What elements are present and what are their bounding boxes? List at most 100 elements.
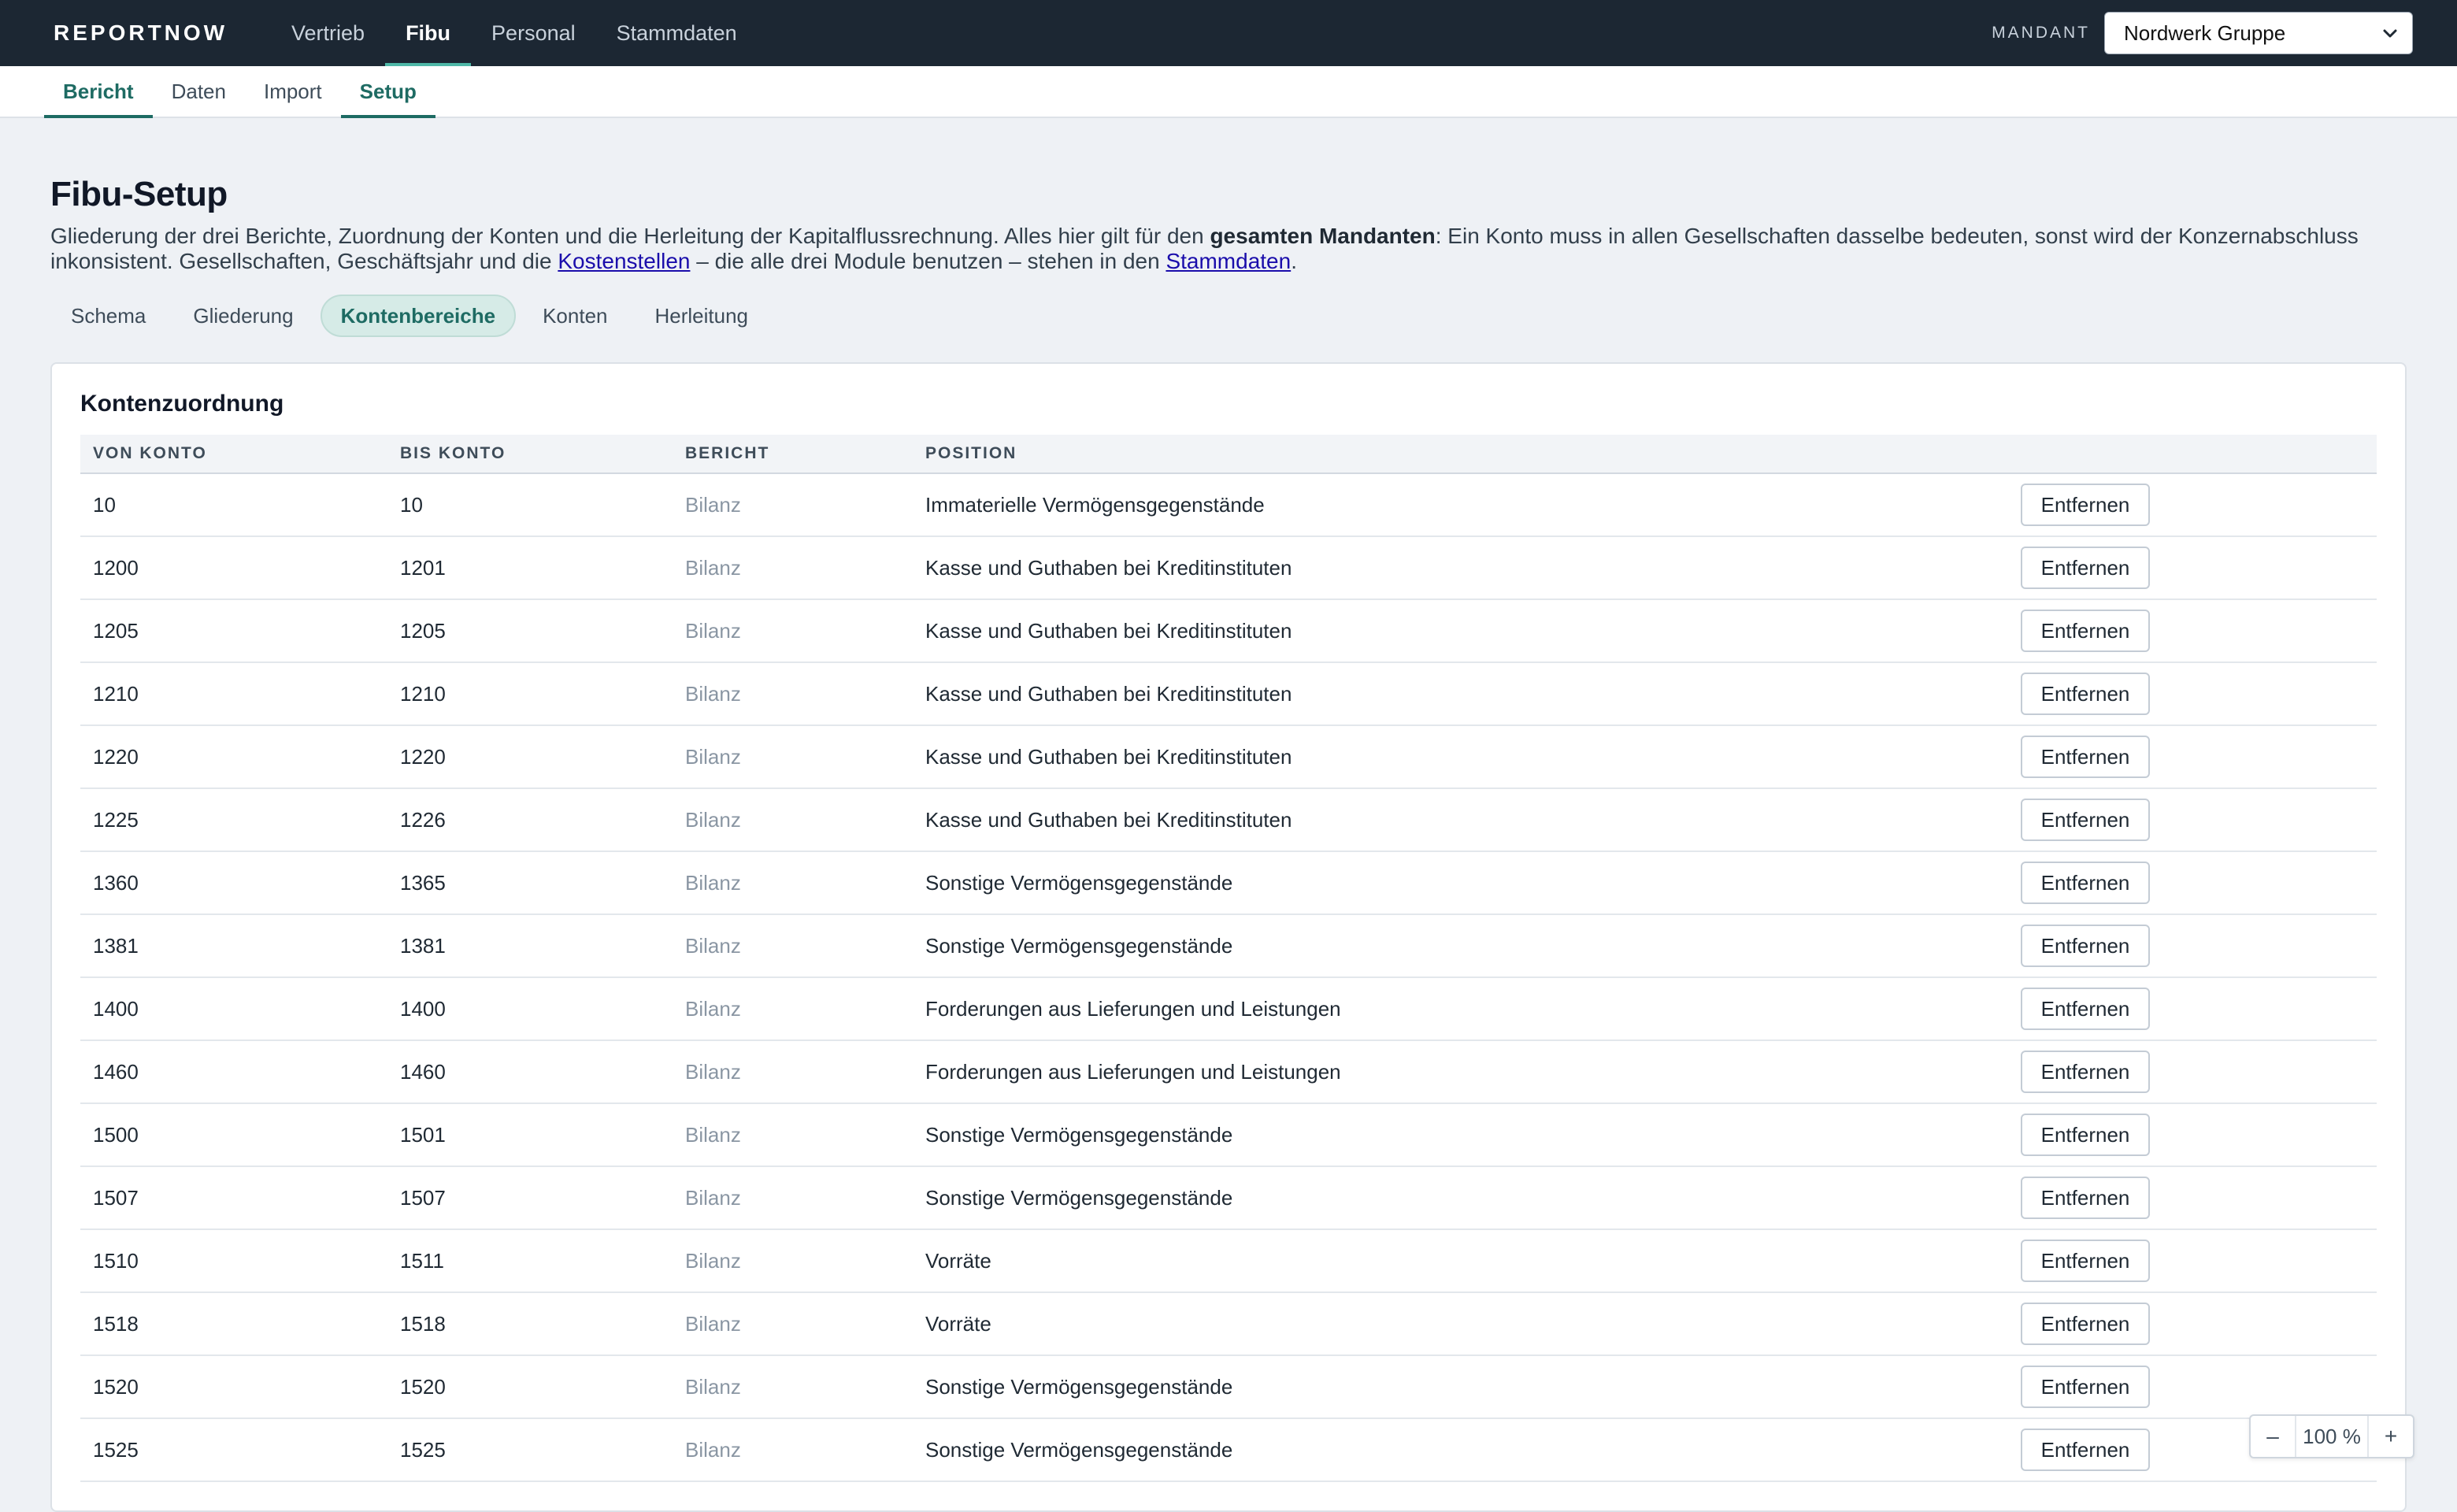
cell-bis-konto: 1507 [400,1185,446,1210]
cell-actions: Entfernen [2021,673,2377,715]
main-nav-stammdaten[interactable]: Stammdaten [596,0,758,66]
remove-button[interactable]: Entfernen [2021,1429,2150,1471]
cell-bis-konto: 1511 [400,1248,444,1273]
cell-bis-konto: 1460 [400,1059,446,1084]
sub-nav-setup[interactable]: Setup [340,66,436,118]
cell-position: Sonstige Vermögensgegenstände [925,1185,1233,1210]
sub-nav-import[interactable]: Import [245,66,341,117]
sub-nav-bericht[interactable]: Bericht [44,66,153,118]
cell-position: Kasse und Guthaben bei Kreditinstituten [925,555,1292,580]
table-row: 1460 1460 Bilanz Forderungen aus Lieferunge… [80,1041,2377,1104]
zoom-in-button[interactable]: + [2369,1416,2413,1457]
cell-von-konto: 1205 [93,618,139,643]
cell-bericht: Bilanz [685,1185,741,1210]
main-nav-personal[interactable]: Personal [471,0,596,66]
table-row: 1225 1226 Bilanz Kasse und Guthaben bei Kre… [80,789,2377,852]
tab-gliederung[interactable]: Gliederung [172,295,313,337]
page-intro: Gliederung der drei Berichte, Zuordnung … [50,224,2397,274]
remove-button[interactable]: Entfernen [2021,736,2150,778]
cell-bis-konto: 1220 [400,744,446,769]
remove-button[interactable]: Entfernen [2021,1303,2150,1345]
tab-konten[interactable]: Konten [522,295,628,337]
tab-kontenbereiche[interactable]: Kontenbereiche [320,295,517,337]
table-row: 1381 1381 Bilanz Sonstige Vermögensgegenstä… [80,915,2377,978]
cell-position: Vorräte [925,1248,991,1273]
intro-text-4: . [1291,249,1297,273]
col-header-position: POSITION [925,444,1017,462]
kontenzuordnung-card: Kontenzuordnung VON KONTO BIS KONTO BERI… [50,362,2407,1512]
remove-button[interactable]: Entfernen [2021,1177,2150,1219]
kontenzuordnung-table: VON KONTO BIS KONTO BERICHT POSITION 10 1… [80,435,2377,1482]
main-nav-fibu[interactable]: Fibu [385,0,472,66]
zoom-out-button[interactable]: – [2251,1416,2295,1457]
cell-bis-konto: 1210 [400,681,446,706]
remove-button[interactable]: Entfernen [2021,547,2150,589]
cell-von-konto: 1360 [93,870,139,895]
stammdaten-link[interactable]: Stammdaten [1166,249,1291,273]
remove-button[interactable]: Entfernen [2021,610,2150,652]
cell-bis-konto: 1226 [400,807,446,832]
cell-von-konto: 1400 [93,996,139,1021]
setup-tabs: Schema Gliederung Kontenbereiche Konten … [50,295,769,337]
cell-von-konto: 1460 [93,1059,139,1084]
cell-von-konto: 1525 [93,1437,139,1462]
cell-actions: Entfernen [2021,925,2377,967]
mandant-select[interactable]: Nordwerk Gruppe [2104,12,2413,54]
cell-actions: Entfernen [2021,862,2377,904]
cell-position: Sonstige Vermögensgegenstände [925,933,1233,958]
main-nav-vertrieb[interactable]: Vertrieb [271,0,385,66]
remove-button[interactable]: Entfernen [2021,862,2150,904]
mandant-value: Nordwerk Gruppe [2124,20,2286,45]
cell-actions: Entfernen [2021,1051,2377,1093]
cell-position: Forderungen aus Lieferungen und Leistung… [925,996,1341,1021]
remove-button[interactable]: Entfernen [2021,988,2150,1030]
cell-actions: Entfernen [2021,1240,2377,1282]
mandant-label: MANDANT [1992,24,2090,42]
cell-von-konto: 1225 [93,807,139,832]
cell-von-konto: 1210 [93,681,139,706]
sub-nav: Bericht Daten Import Setup [0,66,2457,118]
remove-button[interactable]: Entfernen [2021,1366,2150,1408]
cell-position: Immaterielle Vermögensgegenstände [925,492,1265,517]
cell-von-konto: 1518 [93,1311,139,1336]
cell-position: Kasse und Guthaben bei Kreditinstituten [925,807,1292,832]
kostenstellen-link[interactable]: Kostenstellen [558,249,690,273]
cell-bericht: Bilanz [685,555,741,580]
cell-von-konto: 10 [93,492,116,517]
col-header-von-konto: VON KONTO [93,444,207,462]
remove-button[interactable]: Entfernen [2021,673,2150,715]
cell-position: Kasse und Guthaben bei Kreditinstituten [925,681,1292,706]
cell-von-konto: 1500 [93,1122,139,1147]
intro-text-3: – die alle drei Module benutzen – stehen… [690,249,1166,273]
cell-position: Vorräte [925,1311,991,1336]
remove-button[interactable]: Entfernen [2021,1114,2150,1156]
cell-von-konto: 1381 [93,933,139,958]
cell-bis-konto: 1525 [400,1437,446,1462]
tab-herleitung[interactable]: Herleitung [635,295,769,337]
table-row: 1507 1507 Bilanz Sonstige Vermögensgegenstä… [80,1167,2377,1230]
cell-bericht: Bilanz [685,1122,741,1147]
zoom-level: 100 % [2295,1416,2369,1457]
mandant-selector: MANDANT Nordwerk Gruppe [1992,12,2413,54]
cell-von-konto: 1510 [93,1248,139,1273]
remove-button[interactable]: Entfernen [2021,925,2150,967]
cell-actions: Entfernen [2021,1366,2377,1408]
remove-button[interactable]: Entfernen [2021,1051,2150,1093]
main-nav: Vertrieb Fibu Personal Stammdaten [271,0,758,66]
cell-von-konto: 1220 [93,744,139,769]
cell-bericht: Bilanz [685,1437,741,1462]
intro-bold: gesamten Mandanten [1210,224,1436,248]
remove-button[interactable]: Entfernen [2021,484,2150,526]
app-logo[interactable]: REPORTNOW [54,20,271,46]
table-row: 1500 1501 Bilanz Sonstige Vermögensgegenstä… [80,1104,2377,1167]
cell-actions: Entfernen [2021,610,2377,652]
cell-position: Forderungen aus Lieferungen und Leistung… [925,1059,1341,1084]
intro-text-1: Gliederung der drei Berichte, Zuordnung … [50,224,1210,248]
card-title: Kontenzuordnung [80,391,284,417]
sub-nav-daten[interactable]: Daten [153,66,245,117]
remove-button[interactable]: Entfernen [2021,799,2150,841]
tab-schema[interactable]: Schema [50,295,166,337]
cell-bis-konto: 1520 [400,1374,446,1399]
col-header-bis-konto: BIS KONTO [400,444,506,462]
remove-button[interactable]: Entfernen [2021,1240,2150,1282]
